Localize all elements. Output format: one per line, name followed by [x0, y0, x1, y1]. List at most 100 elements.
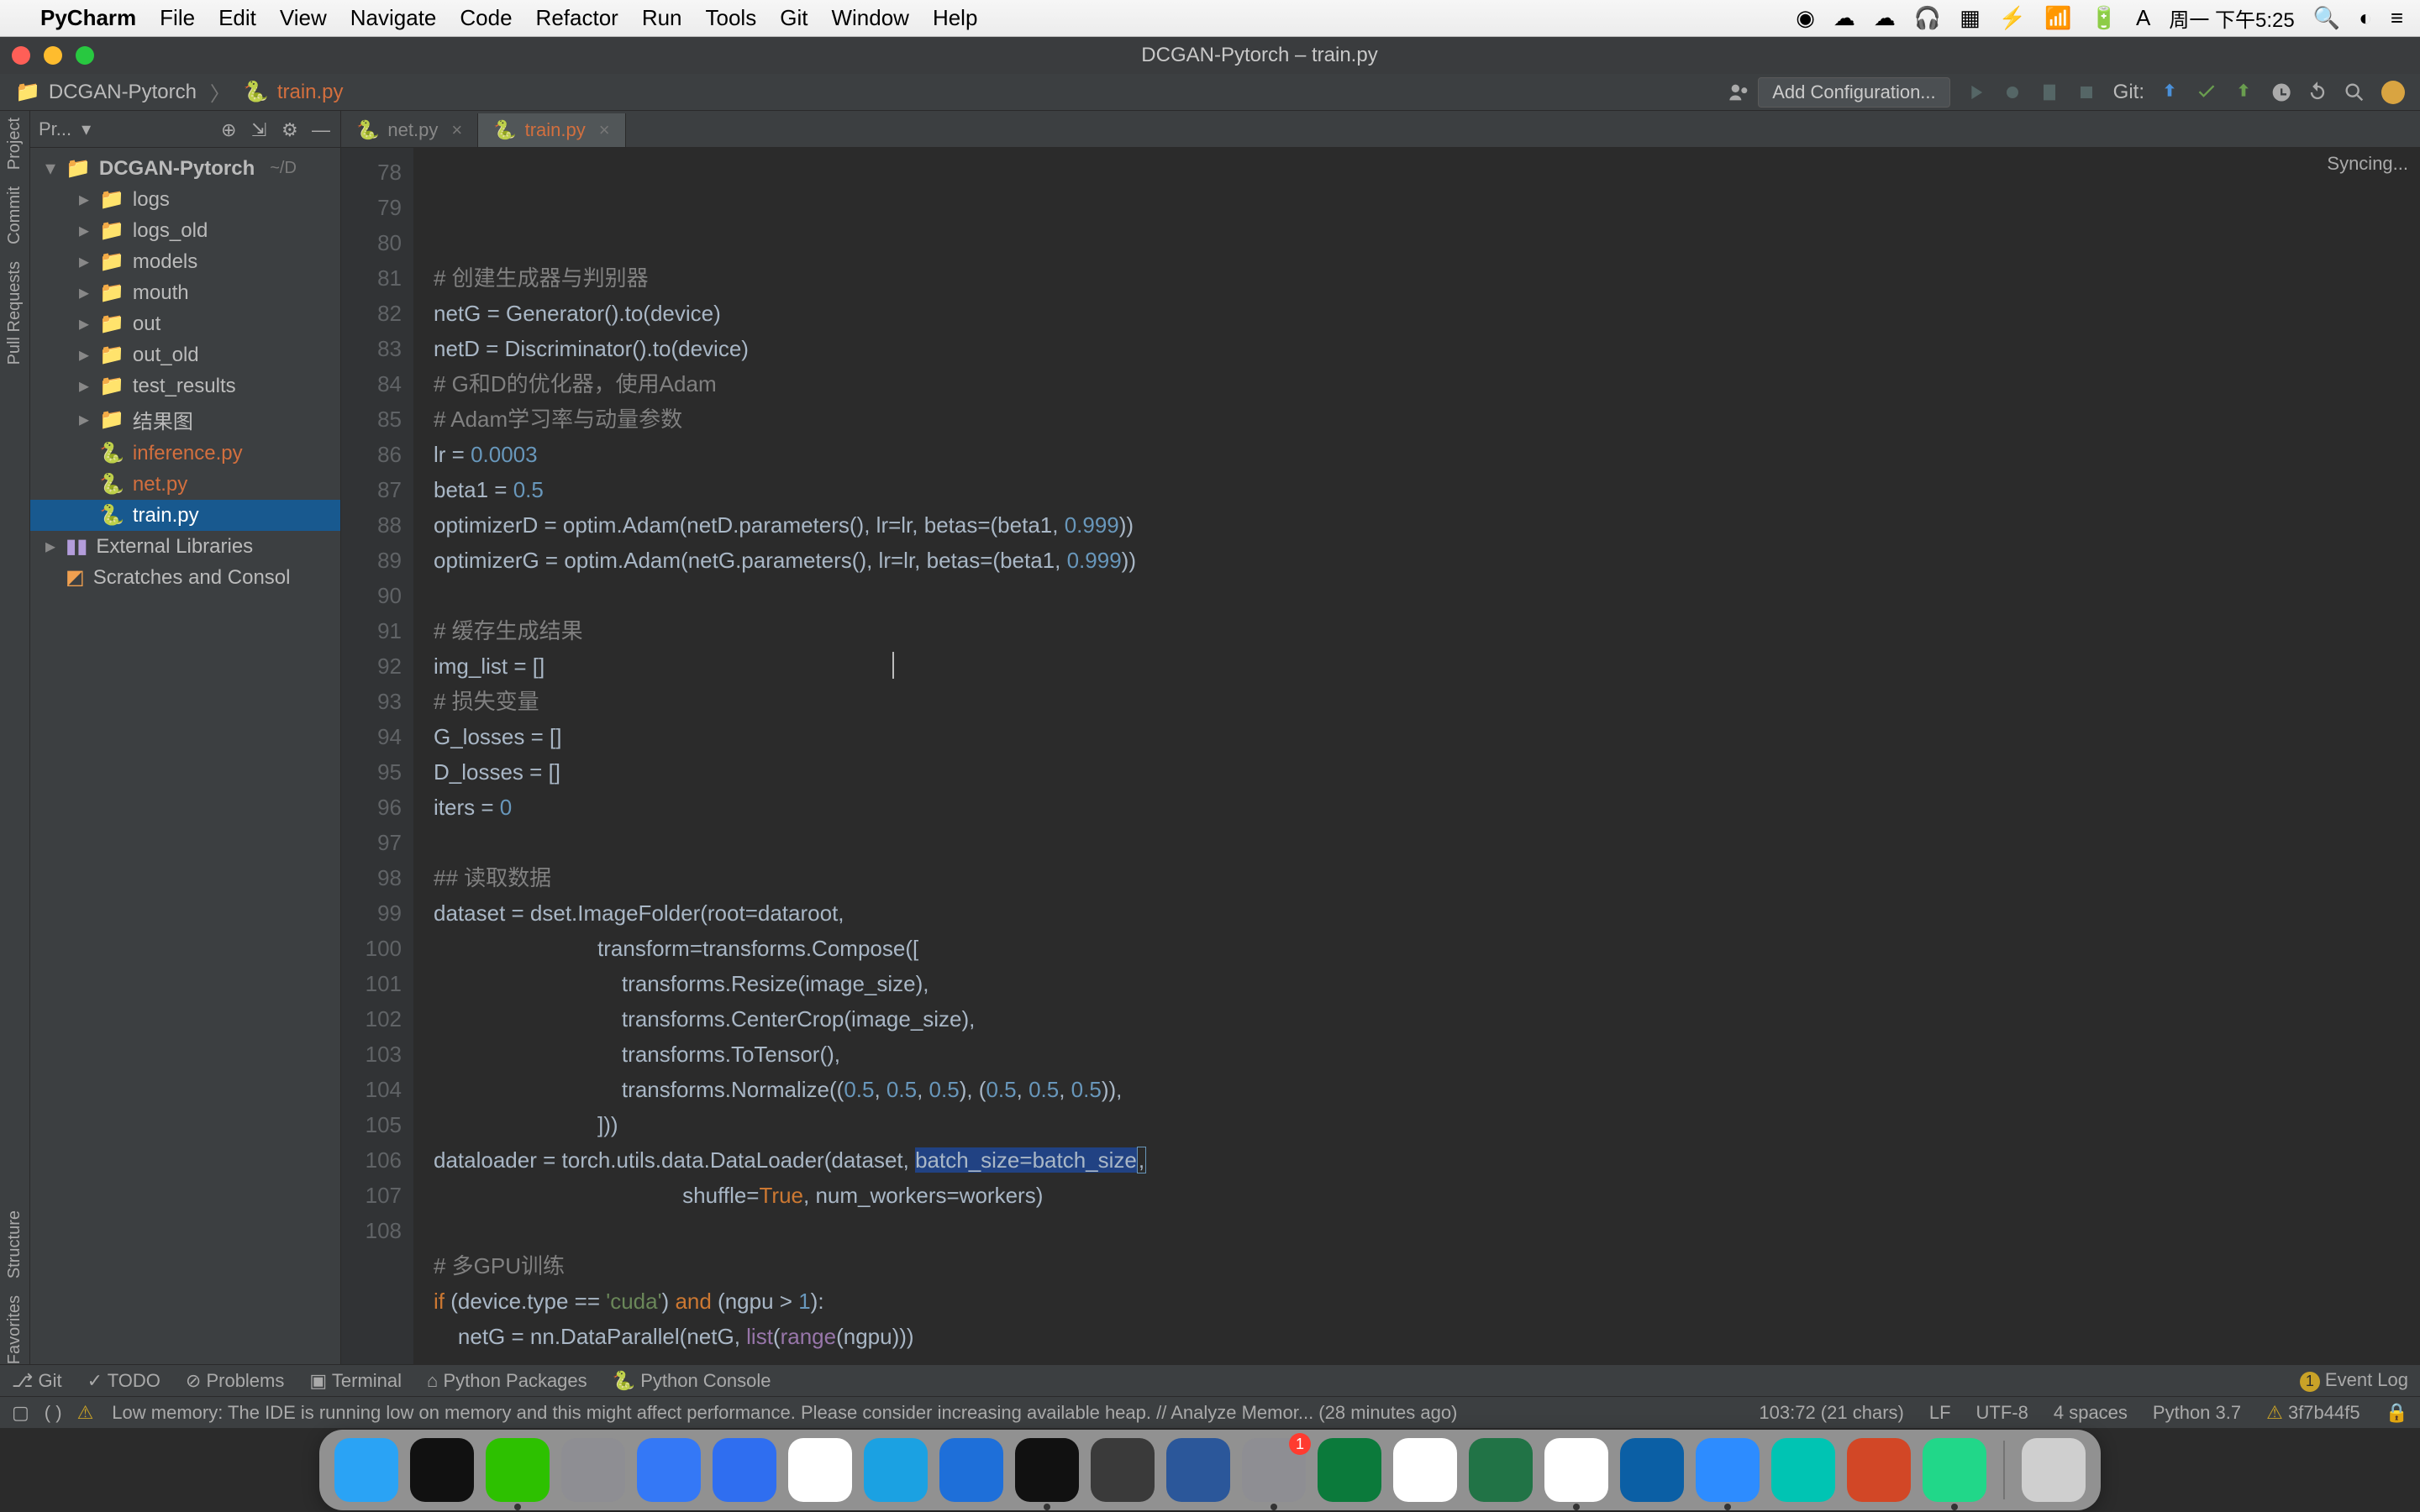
dock-excel-icon[interactable]	[1469, 1438, 1533, 1502]
dock-quicktime-icon[interactable]	[1091, 1438, 1155, 1502]
menu-help[interactable]: Help	[933, 5, 977, 31]
status-indent[interactable]: 4 spaces	[2054, 1402, 2128, 1424]
tree-scratches[interactable]: ◩Scratches and Consol	[30, 562, 340, 593]
menu-view[interactable]: View	[280, 5, 327, 31]
breadcrumb-context-icon[interactable]: ( )	[45, 1402, 62, 1424]
dock-xcode-icon[interactable]	[939, 1438, 1003, 1502]
search-everywhere-icon[interactable]	[2343, 81, 2366, 104]
tree-folder-mouth[interactable]: ▸📁mouth	[30, 277, 340, 308]
tool-python-console[interactable]: 🐍 Python Console	[613, 1370, 771, 1392]
tray-wifi-icon[interactable]: 📶	[2044, 5, 2071, 31]
status-python[interactable]: Python 3.7	[2153, 1402, 2241, 1424]
dock-settings-icon[interactable]: 1	[1242, 1438, 1306, 1502]
tree-root[interactable]: ▾📁 DCGAN-Pytorch ~/D	[30, 153, 340, 184]
tray-record-icon[interactable]: ◉	[1796, 5, 1815, 31]
minimize-window-button[interactable]	[44, 46, 62, 65]
project-panel-title[interactable]: Pr...	[39, 118, 71, 140]
tree-folder-out-old[interactable]: ▸📁out_old	[30, 339, 340, 370]
dock-baidu-icon[interactable]	[713, 1438, 776, 1502]
chevron-down-icon[interactable]: ▾	[82, 118, 91, 140]
tool-git[interactable]: ⎇ Git	[12, 1370, 62, 1392]
tool-python-packages[interactable]: ⌂ Python Packages	[427, 1370, 587, 1392]
tree-file-net[interactable]: 🐍net.py	[30, 469, 340, 500]
tree-folder-results-cn[interactable]: ▸📁结果图	[30, 402, 340, 438]
git-commit-icon[interactable]	[2195, 81, 2218, 104]
status-eol[interactable]: LF	[1929, 1402, 1951, 1424]
tree-file-train[interactable]: 🐍train.py	[30, 500, 340, 531]
code-lines[interactable]: # 创建生成器与判别器netG = Generator().to(device)…	[413, 148, 2420, 1364]
tray-siri-icon[interactable]: ◐	[2359, 5, 2372, 31]
tray-cloud-icon[interactable]: ☁	[1874, 5, 1896, 31]
dock-wechat-icon[interactable]	[486, 1438, 550, 1502]
run-indicator-icon[interactable]: ▢	[12, 1402, 29, 1424]
dock-mail-icon[interactable]	[637, 1438, 701, 1502]
hide-panel-icon[interactable]: —	[312, 119, 332, 139]
add-configuration-button[interactable]: Add Configuration...	[1758, 77, 1949, 108]
tray-notifications-icon[interactable]: ≡	[2391, 5, 2403, 31]
tray-wechat-icon[interactable]: ☁	[1833, 5, 1855, 31]
tab-net[interactable]: 🐍net.py×	[341, 113, 478, 147]
close-tab-icon[interactable]: ×	[451, 119, 462, 141]
revert-icon[interactable]	[2306, 81, 2329, 104]
dock-notes-icon[interactable]	[1393, 1438, 1457, 1502]
zoom-window-button[interactable]	[76, 46, 94, 65]
dock-word-icon[interactable]	[1166, 1438, 1230, 1502]
dock-pycharm-icon[interactable]	[1923, 1438, 1986, 1502]
status-low-memory[interactable]: Low memory: The IDE is running low on me…	[112, 1402, 1457, 1424]
menu-window[interactable]: Window	[831, 5, 908, 31]
status-git-branch[interactable]: ⚠ 3f7b44f5	[2266, 1402, 2360, 1424]
dock-vscode-like-icon[interactable]	[1620, 1438, 1684, 1502]
breadcrumb-project[interactable]: DCGAN-Pytorch	[49, 81, 197, 104]
history-icon[interactable]	[2269, 81, 2292, 104]
menu-refactor[interactable]: Refactor	[536, 5, 618, 31]
avatar[interactable]	[2381, 81, 2405, 104]
status-encoding[interactable]: UTF-8	[1976, 1402, 2028, 1424]
dock-trash-icon[interactable]	[2022, 1438, 2086, 1502]
code-with-me-icon[interactable]	[1728, 81, 1751, 104]
panel-settings-icon[interactable]: ⚙	[281, 119, 302, 139]
tool-terminal[interactable]: ▣ Terminal	[309, 1370, 402, 1392]
menu-file[interactable]: File	[160, 5, 195, 31]
dock-launchpad-icon[interactable]	[561, 1438, 625, 1502]
breadcrumb[interactable]: 📁 DCGAN-Pytorch 〉 🐍 train.py	[15, 77, 344, 107]
tray-battery-icon[interactable]: 🔋	[2091, 5, 2118, 31]
dock-lark-icon[interactable]	[1771, 1438, 1835, 1502]
rail-pull-requests[interactable]: Pull Requests	[5, 261, 24, 365]
menu-edit[interactable]: Edit	[218, 5, 256, 31]
dock-siri-icon[interactable]	[410, 1438, 474, 1502]
breadcrumb-file[interactable]: train.py	[277, 81, 344, 104]
rail-structure[interactable]: Structure	[5, 1210, 24, 1278]
git-update-icon[interactable]	[2158, 81, 2181, 104]
stop-icon[interactable]	[2075, 81, 2098, 104]
close-tab-icon[interactable]: ×	[599, 119, 610, 141]
menu-navigate[interactable]: Navigate	[350, 5, 437, 31]
menu-run[interactable]: Run	[642, 5, 682, 31]
tray-input-icon[interactable]: A	[2136, 5, 2150, 31]
menubar-clock[interactable]: 周一 下午5:25	[2169, 3, 2294, 33]
locate-icon[interactable]: ⊕	[221, 119, 241, 139]
tree-folder-test-results[interactable]: ▸📁test_results	[30, 370, 340, 402]
menubar-appname[interactable]: PyCharm	[40, 5, 136, 31]
project-tree[interactable]: ▾📁 DCGAN-Pytorch ~/D ▸📁logs ▸📁logs_old ▸…	[30, 148, 340, 1364]
expand-all-icon[interactable]: ⇲	[251, 119, 271, 139]
tree-folder-logs-old[interactable]: ▸📁logs_old	[30, 215, 340, 246]
tree-folder-logs[interactable]: ▸📁logs	[30, 184, 340, 215]
dock-powerpoint-icon[interactable]	[1847, 1438, 1911, 1502]
debug-icon[interactable]	[2001, 81, 2024, 104]
dock-terminal-icon[interactable]	[1015, 1438, 1079, 1502]
dock-finder-icon[interactable]	[334, 1438, 398, 1502]
rail-commit[interactable]: Commit	[5, 186, 24, 244]
tab-train[interactable]: 🐍train.py×	[478, 113, 625, 147]
menu-git[interactable]: Git	[780, 5, 808, 31]
dock-photos-icon[interactable]	[788, 1438, 852, 1502]
status-caret-pos[interactable]: 103:72 (21 chars)	[1759, 1402, 1903, 1424]
rail-project[interactable]: Project	[5, 118, 24, 170]
tray-headphones-icon[interactable]: 🎧	[1914, 5, 1941, 31]
tool-problems[interactable]: ⊘ Problems	[186, 1370, 284, 1392]
close-window-button[interactable]	[12, 46, 30, 65]
coverage-icon[interactable]	[2038, 81, 2061, 104]
dock-keynote-blue-icon[interactable]	[864, 1438, 928, 1502]
event-log[interactable]: 1Event Log	[2300, 1369, 2408, 1392]
tree-external-libs[interactable]: ▸▮▮External Libraries	[30, 531, 340, 562]
menu-tools[interactable]: Tools	[706, 5, 757, 31]
